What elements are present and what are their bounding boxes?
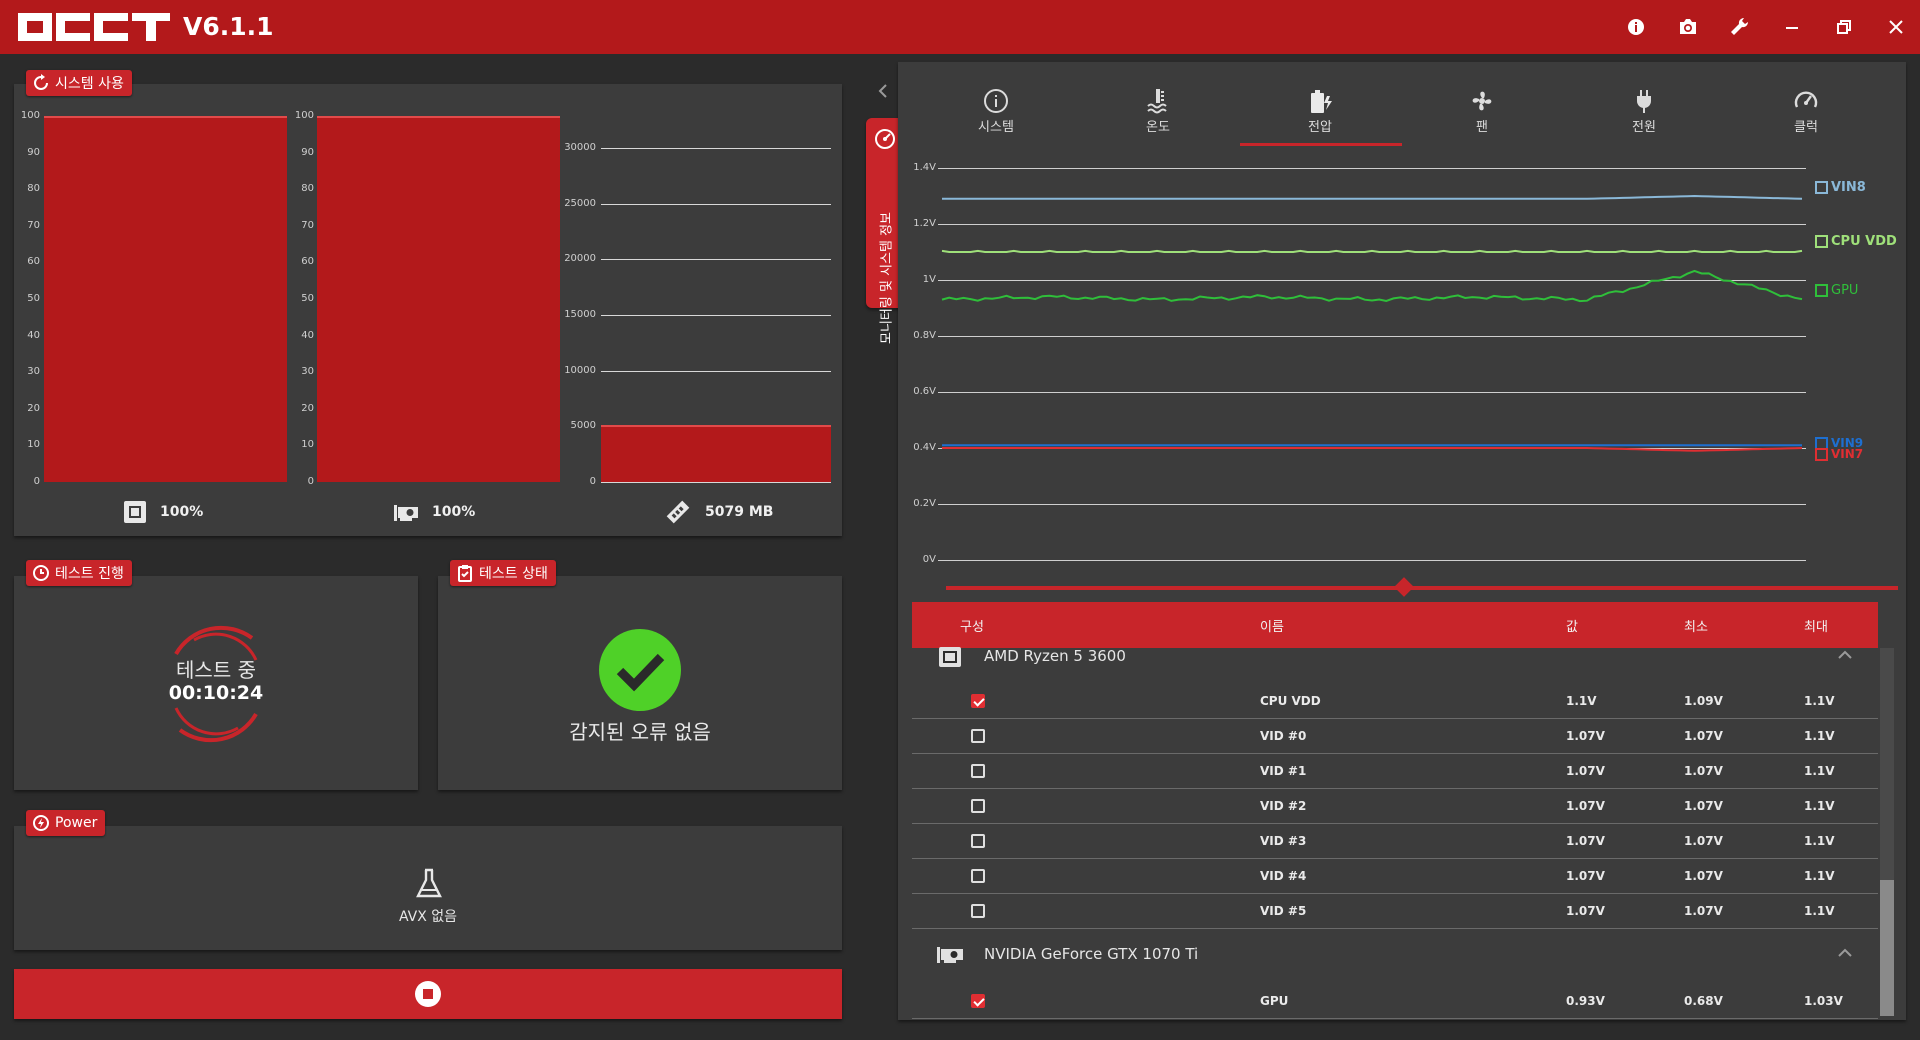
gpu-card-icon — [937, 947, 963, 963]
col-value[interactable]: 값 — [1566, 616, 1578, 635]
sensor-value: 1.07V — [1566, 799, 1605, 813]
power-label: Power — [26, 810, 106, 836]
row-checkbox[interactable] — [971, 869, 985, 883]
sensor-name: VID #4 — [1260, 869, 1307, 883]
test-status-label: 테스트 상태 — [450, 560, 556, 586]
row-checkbox[interactable] — [971, 799, 985, 813]
col-max[interactable]: 최대 — [1804, 616, 1828, 635]
sensor-min: 0.68V — [1684, 994, 1723, 1008]
chevron-up-icon[interactable] — [1838, 650, 1852, 660]
sensor-value: 1.07V — [1566, 904, 1605, 918]
sensor-name: VID #5 — [1260, 904, 1307, 918]
legend-swatch-vin8 — [1815, 181, 1828, 194]
col-min[interactable]: 최소 — [1684, 616, 1708, 635]
series-line-vin8 — [942, 194, 1803, 200]
sensor-value: 1.1V — [1566, 694, 1597, 708]
row-checkbox[interactable] — [971, 904, 985, 918]
refresh-icon — [34, 74, 48, 90]
sensor-name: VID #0 — [1260, 729, 1307, 743]
timer-icon — [33, 565, 49, 581]
test-progress-label: 테스트 진행 — [26, 560, 132, 586]
legend-swatch-gpu — [1815, 284, 1828, 297]
sensor-value: 1.07V — [1566, 729, 1605, 743]
sensor-max: 1.1V — [1804, 799, 1835, 813]
power-cycle-icon — [33, 815, 49, 831]
table-row[interactable]: CPU VDD 1.1V 1.09V 1.1V — [912, 684, 1878, 719]
series-line-gpu — [941, 269, 1803, 303]
sensor-max: 1.1V — [1804, 869, 1835, 883]
sensor-max: 1.03V — [1804, 994, 1843, 1008]
history-slider-track[interactable] — [946, 586, 1898, 590]
sensor-min: 1.07V — [1684, 764, 1723, 778]
row-checkbox[interactable] — [971, 834, 985, 848]
group-name-gpu: NVIDIA GeForce GTX 1070 Ti — [984, 945, 1199, 963]
sensor-min: 1.07V — [1684, 869, 1723, 883]
sensor-value: 0.93V — [1566, 994, 1605, 1008]
row-checkbox[interactable] — [971, 994, 985, 1008]
group-row-cpu[interactable]: AMD Ryzen 5 3600 — [912, 642, 1878, 678]
col-name[interactable]: 이름 — [1260, 616, 1284, 635]
group-row-gpu[interactable]: NVIDIA GeForce GTX 1070 Ti — [912, 940, 1878, 976]
table-row[interactable]: VID #5 1.07V 1.07V 1.1V — [912, 894, 1878, 929]
table-row[interactable]: VID #4 1.07V 1.07V 1.1V — [912, 859, 1878, 894]
table-row[interactable]: VID #3 1.07V 1.07V 1.1V — [912, 824, 1878, 859]
sensor-name: VID #1 — [1260, 764, 1307, 778]
chevron-up-icon[interactable] — [1838, 948, 1852, 958]
sensor-name: VID #2 — [1260, 799, 1307, 813]
sensor-max: 1.1V — [1804, 729, 1835, 743]
sensor-name: VID #3 — [1260, 834, 1307, 848]
legend-vin7[interactable]: VIN7 — [1815, 447, 1863, 461]
series-line-vin7 — [942, 447, 1803, 452]
sensor-max: 1.1V — [1804, 694, 1835, 708]
table-scrollbar-thumb[interactable] — [1880, 880, 1894, 1016]
sensor-max: 1.1V — [1804, 904, 1835, 918]
sensor-min: 1.07V — [1684, 799, 1723, 813]
group-name-cpu: AMD Ryzen 5 3600 — [984, 647, 1126, 665]
clipboard-check-icon — [458, 565, 472, 582]
cpu-chip-icon — [939, 647, 961, 667]
sensor-value: 1.07V — [1566, 869, 1605, 883]
table-row[interactable]: VID #1 1.07V 1.07V 1.1V — [912, 754, 1878, 789]
sensor-max: 1.1V — [1804, 834, 1835, 848]
legend-swatch-vin7 — [1815, 447, 1828, 461]
sensor-min: 1.07V — [1684, 729, 1723, 743]
row-checkbox[interactable] — [971, 694, 985, 708]
table-row[interactable]: VID #2 1.07V 1.07V 1.1V — [912, 789, 1878, 824]
system-usage-label: 시스템 사용 — [26, 70, 132, 96]
legend-swatch-cpu-vdd — [1815, 235, 1828, 248]
legend-vin8[interactable]: VIN8 — [1815, 180, 1866, 195]
legend-gpu[interactable]: GPU — [1815, 283, 1858, 298]
row-checkbox[interactable] — [971, 764, 985, 778]
legend-cpu-vdd[interactable]: CPU VDD — [1815, 234, 1897, 249]
table-row[interactable]: GPU 0.93V 0.68V 1.03V — [912, 984, 1878, 1019]
series-line-cpu-vdd — [941, 249, 1803, 253]
sensor-name: GPU — [1260, 994, 1289, 1008]
sensor-name: CPU VDD — [1260, 694, 1321, 708]
row-checkbox[interactable] — [971, 729, 985, 743]
sensor-min: 1.09V — [1684, 694, 1723, 708]
table-row[interactable]: VID #0 1.07V 1.07V 1.1V — [912, 719, 1878, 754]
sensor-min: 1.07V — [1684, 904, 1723, 918]
sensor-max: 1.1V — [1804, 764, 1835, 778]
sensor-value: 1.07V — [1566, 834, 1605, 848]
sensor-value: 1.07V — [1566, 764, 1605, 778]
col-component[interactable]: 구성 — [960, 616, 984, 635]
sensor-min: 1.07V — [1684, 834, 1723, 848]
